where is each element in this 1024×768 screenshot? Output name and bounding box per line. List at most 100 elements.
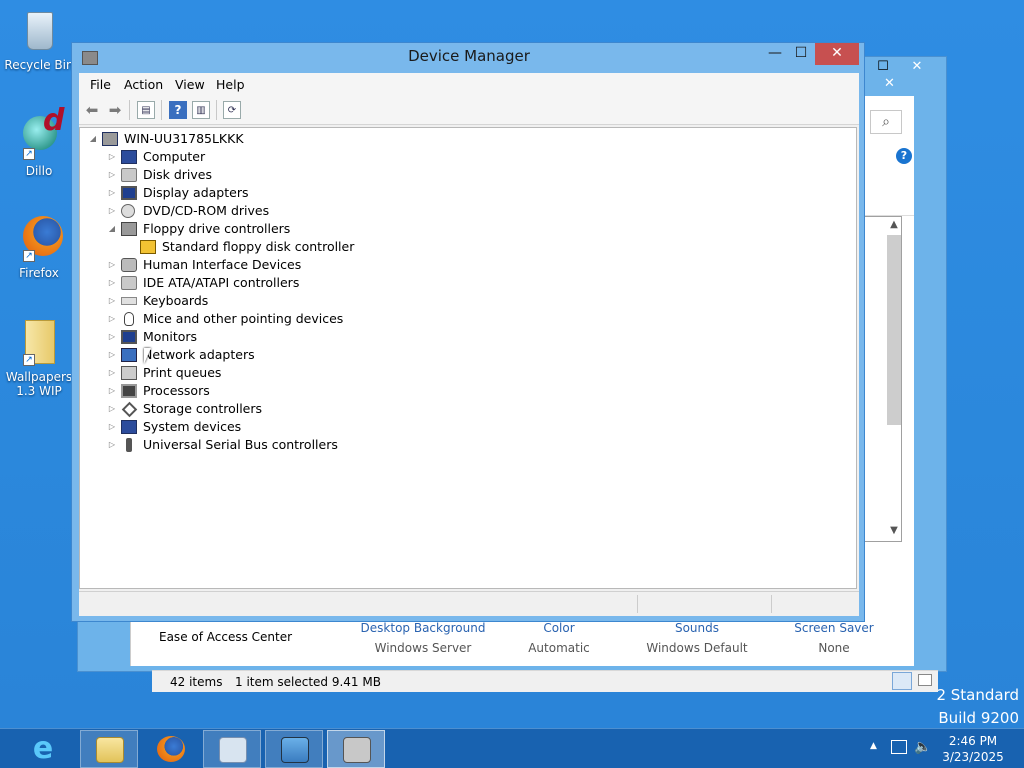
- device-manager-client: File Action View Help ⬅ ➡ ▤ ? ▥ ⟳ ◢ WIN-…: [79, 73, 859, 616]
- expand-arrow-icon[interactable]: ▷: [107, 292, 117, 310]
- taskbar-server-manager[interactable]: [203, 730, 261, 768]
- expand-arrow-icon[interactable]: ▷: [107, 184, 117, 202]
- device-manager-icon: [343, 737, 371, 763]
- computer-root-icon: [102, 132, 118, 146]
- recycle-bin-icon: [15, 6, 63, 54]
- screen-saver-setting[interactable]: Screen Saver None: [764, 618, 904, 658]
- expand-arrow-icon[interactable]: ▷: [107, 148, 117, 166]
- item-count: 42 items: [170, 675, 223, 689]
- scrollbar-thumb[interactable]: [887, 235, 901, 425]
- scroll-up-icon[interactable]: ▲: [887, 219, 901, 233]
- device-tree[interactable]: ◢ WIN-UU31785LKKK ▷ Computer ▷ Disk driv…: [79, 127, 857, 589]
- expand-arrow-icon[interactable]: ▷: [107, 346, 117, 364]
- expand-arrow-icon[interactable]: ▷: [107, 382, 117, 400]
- back-arrow-icon[interactable]: ⬅: [83, 101, 101, 119]
- menu-action[interactable]: Action: [124, 77, 163, 92]
- ide-controller-icon: [121, 276, 137, 290]
- help-icon[interactable]: ?: [896, 148, 912, 164]
- scroll-panel[interactable]: ▲ ▼: [864, 216, 902, 542]
- clock[interactable]: 2:46 PM 3/23/2025: [938, 733, 1008, 765]
- processor-icon: [121, 384, 137, 398]
- menu-help[interactable]: Help: [216, 77, 245, 92]
- close-icon[interactable]: ✕: [884, 76, 895, 91]
- network-icon[interactable]: [891, 740, 907, 754]
- toolbar-separator: [129, 100, 130, 120]
- scroll-down-icon[interactable]: ▼: [887, 525, 901, 539]
- device-manager-window[interactable]: Device Manager — ☐ ✕ File Action View He…: [71, 42, 865, 622]
- mouse-icon: [124, 312, 134, 326]
- disk-drive-icon: [121, 168, 137, 182]
- expand-arrow-icon[interactable]: ▷: [107, 400, 117, 418]
- setting-value: Windows Default: [646, 641, 748, 655]
- desktop-icon-wallpapers[interactable]: ↗ Wallpapers 1.3 WIP: [4, 318, 74, 398]
- tree-item-label: Disk drives: [143, 167, 212, 182]
- color-setting[interactable]: Color Automatic: [489, 618, 629, 658]
- panel-divider: [864, 170, 914, 216]
- expand-arrow-icon[interactable]: ▷: [107, 436, 117, 454]
- desktop-icon-label: Firefox: [19, 266, 59, 280]
- taskbar-file-explorer[interactable]: [80, 730, 138, 768]
- display-adapter-icon: [121, 186, 137, 200]
- mouse-cursor: [144, 348, 158, 364]
- desktop-icon-firefox[interactable]: ↗ Firefox: [4, 214, 74, 280]
- scan-hardware-changes-icon[interactable]: ⟳: [223, 101, 241, 119]
- desktop-icon-recycle-bin[interactable]: Recycle Bin: [4, 6, 74, 72]
- expand-arrow-icon[interactable]: ▷: [107, 256, 117, 274]
- clock-time: 2:46 PM: [948, 734, 998, 748]
- file-explorer-icon: [96, 737, 124, 763]
- os-watermark-line1: 2 Standard: [936, 686, 1019, 704]
- minimize-button[interactable]: —: [762, 43, 788, 65]
- hid-icon: [121, 258, 137, 272]
- expand-arrow-icon[interactable]: ▷: [107, 166, 117, 184]
- taskbar-device-manager[interactable]: [327, 730, 385, 768]
- properties-icon[interactable]: ▤: [137, 101, 155, 119]
- show-hidden-icons-chevron-icon[interactable]: ▲: [870, 741, 877, 751]
- expand-arrow-icon[interactable]: ▷: [107, 328, 117, 346]
- help-icon[interactable]: ?: [169, 101, 187, 119]
- volume-muted-icon[interactable]: 🔈: [914, 739, 931, 755]
- server-manager-icon: [219, 737, 247, 763]
- desktop-icon-label: Wallpapers 1.3 WIP: [5, 370, 73, 398]
- collapse-arrow-icon[interactable]: ◢: [107, 220, 117, 238]
- desktop-background-setting[interactable]: Desktop Background Windows Server: [353, 618, 493, 658]
- toolbar: ⬅ ➡ ▤ ? ▥ ⟳: [79, 95, 859, 125]
- status-divider: [771, 595, 772, 613]
- show-hide-console-tree-icon[interactable]: ▥: [192, 101, 210, 119]
- tree-item-label: Processors: [143, 383, 210, 398]
- desktop-icon-label: Dillo: [25, 164, 53, 178]
- tree-item-label: IDE ATA/ATAPI controllers: [143, 275, 300, 290]
- usb-icon: [126, 438, 132, 452]
- taskbar-control-panel[interactable]: [265, 730, 323, 768]
- collapse-arrow-icon[interactable]: ◢: [88, 130, 98, 148]
- taskbar-internet-explorer[interactable]: e: [14, 730, 72, 768]
- expand-arrow-icon[interactable]: ▷: [107, 418, 117, 436]
- details-view-icon[interactable]: [892, 672, 912, 690]
- sounds-setting[interactable]: Sounds Windows Default: [627, 618, 767, 658]
- shortcut-arrow-icon: ↗: [23, 148, 35, 160]
- taskbar-firefox[interactable]: [142, 730, 200, 768]
- menu-file[interactable]: File: [90, 77, 111, 92]
- expand-arrow-icon[interactable]: ▷: [107, 310, 117, 328]
- menu-view[interactable]: View: [175, 77, 205, 92]
- close-icon[interactable]: ✕: [904, 59, 930, 77]
- tree-root-label: WIN-UU31785LKKK: [124, 131, 244, 146]
- ease-of-access-link[interactable]: Ease of Access Center: [159, 630, 292, 644]
- close-button[interactable]: ✕: [815, 43, 859, 65]
- large-icons-view-icon[interactable]: [918, 674, 932, 686]
- taskbar: e ▲ 🔈 2:46 PM 3/23/2025: [0, 728, 1024, 768]
- expand-arrow-icon[interactable]: ▷: [107, 364, 117, 382]
- forward-arrow-icon[interactable]: ➡: [106, 101, 124, 119]
- status-bar: [79, 591, 859, 615]
- dillo-icon: d ↗: [15, 106, 64, 160]
- maximize-button[interactable]: ☐: [788, 43, 814, 65]
- desktop-icon-dillo[interactable]: d ↗ Dillo: [4, 106, 74, 178]
- search-icon[interactable]: ⌕: [870, 110, 902, 134]
- maximize-icon[interactable]: ☐: [870, 59, 896, 77]
- floppy-controller-icon: [121, 222, 137, 236]
- firefox-icon: [157, 736, 185, 762]
- expand-arrow-icon[interactable]: ▷: [107, 274, 117, 292]
- toolbar-separator: [161, 100, 162, 120]
- expand-arrow-icon[interactable]: ▷: [107, 202, 117, 220]
- computer-icon: [121, 150, 137, 164]
- folder-icon: ↗: [15, 318, 63, 366]
